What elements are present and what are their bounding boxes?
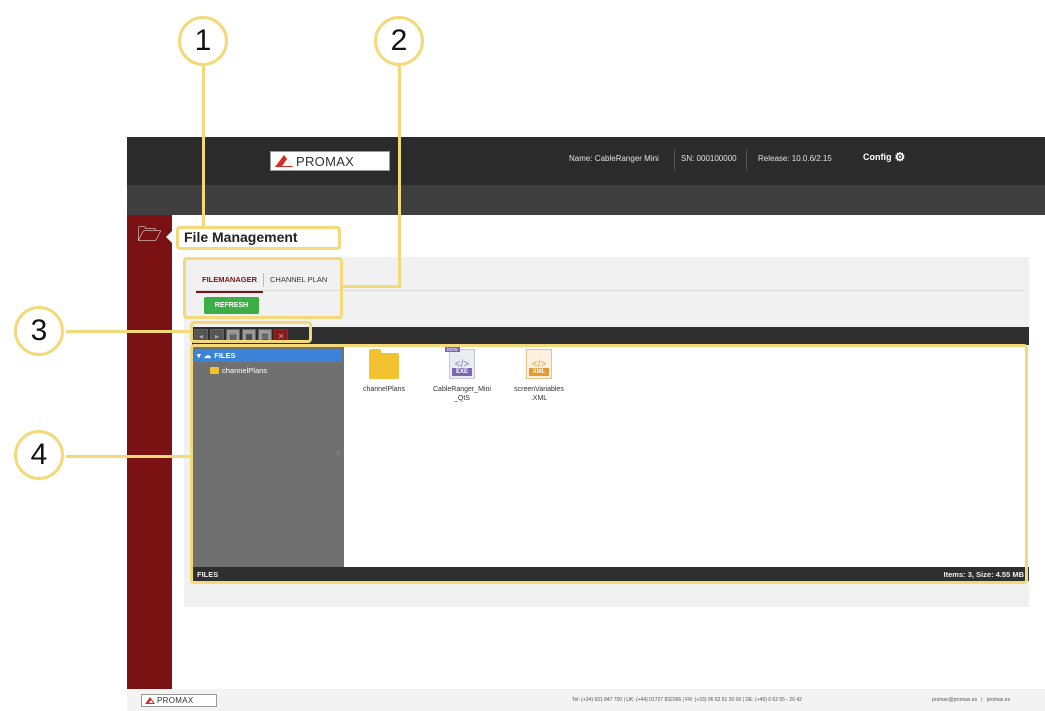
footer-links: promax@promax.es | promax.es	[932, 697, 1011, 703]
callout-2: 2	[374, 16, 424, 66]
divider	[746, 149, 747, 171]
top-bar: PROMAX Name: CableRanger Mini SN: 000100…	[127, 137, 1045, 185]
promax-logo[interactable]: PROMAX	[270, 151, 390, 171]
promax-logo-mark-icon	[145, 697, 155, 704]
config-button[interactable]: Config ⚙	[863, 151, 905, 163]
highlight-toolbar	[190, 321, 312, 343]
file-manager-toolbar: ◂ ▸ ▤ ▦ ▥ ✕	[192, 327, 1029, 345]
device-name: Name: CableRanger Mini	[569, 154, 659, 163]
sidebar: 🗁	[127, 215, 172, 689]
logo-text: PROMAX	[296, 153, 355, 169]
footer: PROMAX Tel: (+34) 931 847 700 | UK: (+44…	[127, 689, 1045, 711]
footer-site-link[interactable]: promax.es	[987, 697, 1010, 703]
promax-logo-mark-icon	[275, 155, 293, 167]
highlight-title	[176, 226, 341, 250]
folder-open-icon[interactable]: 🗁	[137, 225, 162, 245]
gear-icon: ⚙	[894, 150, 906, 164]
footer-contacts: Tel: (+34) 931 847 700 | UK: (+44) 01727…	[572, 697, 802, 703]
callout-line-4	[66, 455, 192, 458]
highlight-file-area	[190, 344, 1028, 584]
callout-3: 3	[14, 306, 64, 356]
highlight-tabs	[183, 257, 343, 319]
footer-email-link[interactable]: promax@promax.es	[932, 697, 977, 703]
callout-line-1	[202, 62, 205, 226]
serial-number: SN: 000100000	[681, 154, 737, 163]
config-label: Config	[863, 152, 892, 162]
callout-1: 1	[178, 16, 228, 66]
callout-line-2	[398, 62, 401, 288]
footer-logo[interactable]: PROMAX	[141, 694, 217, 707]
callout-4: 4	[14, 430, 64, 480]
footer-logo-text: PROMAX	[157, 696, 194, 705]
secondary-bar	[127, 185, 1045, 215]
callout-line-2-h	[340, 285, 400, 288]
release-version: Release: 10.0.6/2.15	[758, 154, 832, 163]
divider	[674, 149, 675, 171]
callout-line-3	[66, 330, 192, 333]
